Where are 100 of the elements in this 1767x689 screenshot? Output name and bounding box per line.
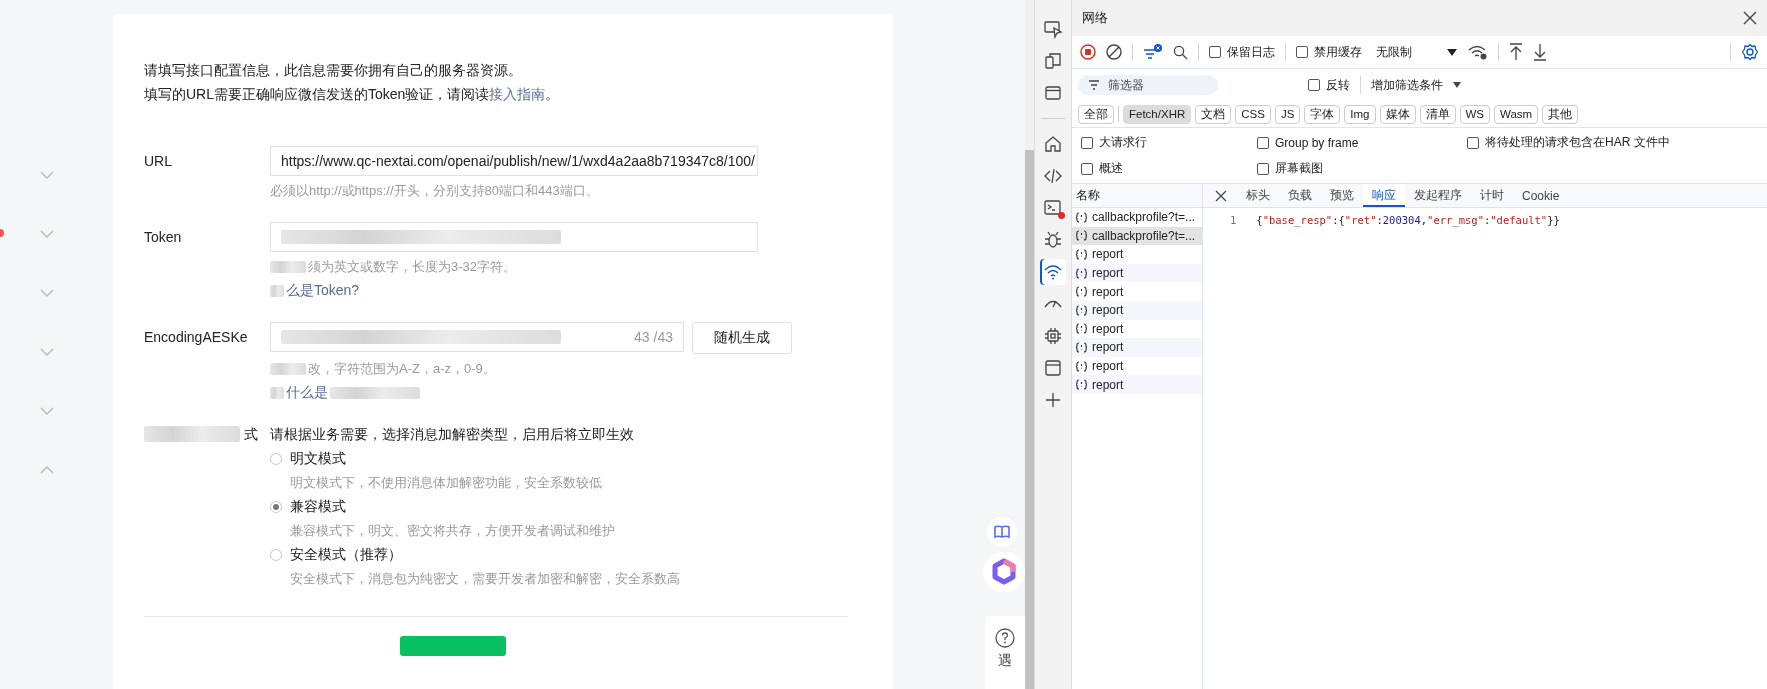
help-link[interactable]: 什么是 (286, 384, 328, 402)
request-row[interactable]: report (1072, 282, 1202, 301)
hexagon-logo-icon[interactable] (983, 552, 1025, 592)
checkbox[interactable] (1081, 162, 1093, 175)
type-filter-chip[interactable]: WS (1459, 104, 1491, 124)
checkbox[interactable] (1257, 136, 1269, 149)
help-link[interactable]: 么是Token? (286, 282, 360, 300)
intro-text: 请填写接口配置信息，此信息需要你拥有自己的服务器资源。 (144, 61, 523, 80)
type-filter-chip[interactable]: 全部 (1078, 104, 1114, 124)
braces-icon (1076, 249, 1087, 260)
request-row[interactable]: report (1072, 338, 1202, 357)
request-row[interactable]: report (1072, 319, 1202, 339)
scrollbar-thumb[interactable] (1025, 150, 1034, 689)
type-filter-chip[interactable]: JS (1274, 104, 1301, 124)
request-row[interactable]: report (1072, 356, 1202, 376)
request-row[interactable]: report (1072, 245, 1202, 264)
close-icon[interactable] (1215, 189, 1227, 202)
wifi-icon[interactable] (1040, 259, 1066, 285)
checkbox[interactable] (1296, 46, 1308, 58)
request-row[interactable]: report (1072, 263, 1202, 283)
column-header: 名称 (1076, 187, 1100, 204)
blurred-area (270, 387, 284, 399)
filter-icon[interactable] (1143, 43, 1163, 61)
checkbox-label: 大请求行 (1099, 134, 1147, 151)
blurred-area (270, 363, 306, 375)
checkbox-label: Group by frame (1275, 135, 1359, 150)
type-filter-chip[interactable]: 字体 (1304, 104, 1341, 124)
book-icon[interactable] (987, 517, 1017, 547)
checkbox-label: 将待处理的请求包含在HAR 文件中 (1485, 134, 1670, 151)
radio-label[interactable]: 安全模式（推荐） (290, 546, 402, 564)
line-number: 1 (1230, 214, 1237, 226)
token-field[interactable] (270, 222, 758, 252)
response-code: {"base_resp":{"ret":200304,"err_msg":"default"}} (1256, 214, 1560, 226)
filter-icon (1088, 80, 1100, 90)
record-icon[interactable] (1080, 44, 1096, 60)
radio-label[interactable]: 明文模式 (290, 450, 346, 468)
braces-icon (1076, 323, 1087, 335)
checkbox[interactable] (1081, 136, 1093, 149)
url-field[interactable]: https://www.qc-nextai.com/openai/publish/new/1/wxd4a2aa8b719347c8/100/ (270, 146, 758, 176)
type-filter-chip[interactable]: 其他 (1542, 104, 1579, 124)
upload-icon[interactable] (1509, 43, 1523, 61)
braces-icon (1076, 304, 1087, 316)
detail-tab[interactable]: Cookie (1513, 184, 1569, 207)
clear-icon[interactable] (1106, 44, 1122, 60)
help-label: 遇 (998, 652, 1012, 670)
braces-icon (1076, 267, 1087, 279)
filter-field[interactable]: 筛选器 (1078, 75, 1218, 95)
detail-tab[interactable]: 负载 (1279, 184, 1321, 207)
checkbox[interactable] (1467, 136, 1479, 149)
blurred-area (270, 285, 284, 297)
add-filter-dropdown[interactable]: 增加筛选条件 (1371, 76, 1443, 94)
braces-icon (1076, 230, 1087, 242)
request-row[interactable]: report (1072, 375, 1202, 394)
detail-tab[interactable]: 标头 (1237, 184, 1279, 207)
type-filter-chip[interactable]: Wasm (1494, 104, 1539, 124)
hint-text: 须为英文或数字，长度为3-32字符。 (308, 258, 517, 276)
type-filter-chip[interactable]: CSS (1235, 104, 1271, 124)
detail-tab[interactable]: 响应 (1363, 184, 1405, 207)
type-filter-chip[interactable]: Img (1344, 104, 1376, 124)
download-icon[interactable] (1533, 43, 1547, 61)
type-filter-chip[interactable]: Fetch/XHR (1123, 104, 1192, 124)
generate-button[interactable]: 随机生成 (692, 322, 792, 354)
request-row[interactable]: callbackprofile?t=... (1072, 208, 1202, 227)
checkbox-label: 屏幕截图 (1275, 160, 1323, 177)
throttle-dropdown[interactable]: 无限制 (1376, 43, 1436, 61)
braces-icon (1076, 360, 1087, 372)
detail-tab[interactable]: 预览 (1321, 184, 1363, 207)
request-row[interactable]: report (1072, 300, 1202, 320)
type-filter-chip[interactable]: 文档 (1195, 104, 1232, 124)
dropdown-arrow-icon[interactable] (1453, 82, 1461, 88)
settings-icon[interactable] (1741, 43, 1759, 61)
detail-tab[interactable]: 发起程序 (1405, 184, 1471, 207)
checkbox-label: 禁用缓存 (1314, 43, 1362, 61)
field-label: 式 (244, 426, 258, 442)
type-filter-chip[interactable]: 媒体 (1379, 104, 1416, 124)
wifi-settings-icon[interactable] (1468, 44, 1488, 60)
checkbox-label: 保留日志 (1227, 43, 1275, 61)
dropdown-arrow-icon[interactable] (1446, 47, 1458, 57)
detail-tab[interactable]: 计时 (1471, 184, 1513, 207)
field-label: Token (144, 229, 182, 245)
hint-text: 必须以http://或https://开头，分别支持80端口和443端口。 (270, 182, 599, 200)
search-icon[interactable] (1173, 44, 1188, 60)
field-label: URL (144, 153, 172, 169)
checkbox-label: 反转 (1326, 76, 1350, 94)
checkbox[interactable] (1257, 162, 1269, 175)
hint-text: 安全模式下，消息包为纯密文，需要开发者加密和解密，安全系数高 (290, 570, 681, 588)
checkbox[interactable] (1209, 46, 1221, 58)
intro-text: 填写的URL需要正确响应微信发送的Token验证，请阅读接入指南。 (144, 85, 561, 104)
checkbox-label: 概述 (1099, 160, 1123, 177)
checkbox[interactable] (1308, 79, 1320, 91)
braces-icon (1076, 379, 1087, 391)
hint-text: 改，字符范围为A-Z，a-z，0-9。 (308, 360, 496, 378)
request-row[interactable]: callbackprofile?t=... (1072, 226, 1202, 246)
close-icon[interactable] (1743, 11, 1757, 25)
guide-link[interactable]: 接入指南 (489, 86, 546, 102)
help-panel[interactable]: 遇 (985, 616, 1025, 689)
radio-label[interactable]: 兼容模式 (290, 498, 346, 516)
braces-icon (1076, 286, 1087, 298)
type-filter-chip[interactable]: 清单 (1419, 104, 1456, 124)
braces-icon (1076, 341, 1087, 353)
